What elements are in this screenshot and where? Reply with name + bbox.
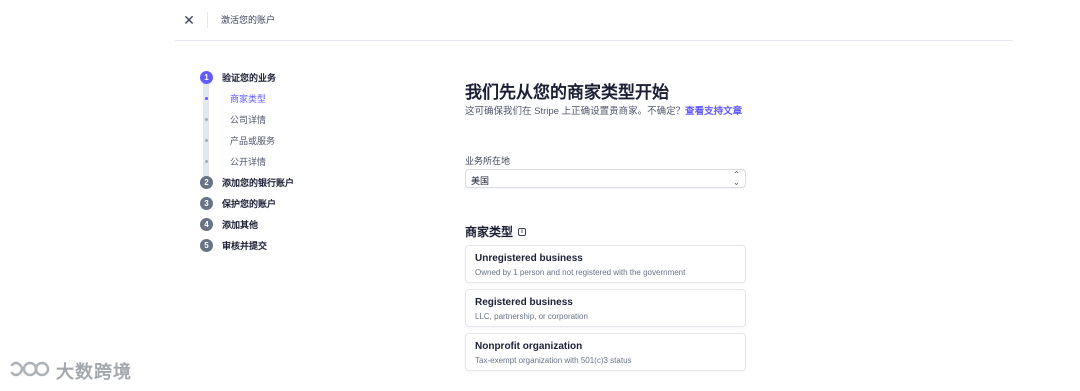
substep-public-details[interactable]: 公开详情 xyxy=(200,154,266,168)
main-heading: 我们先从您的商家类型开始 xyxy=(465,83,669,102)
substep-products-services[interactable]: 产品或服务 xyxy=(200,133,275,147)
business-location-label: 业务所在地 xyxy=(465,156,511,166)
step-add-extras[interactable]: 4 添加其他 xyxy=(200,217,258,231)
option-description: Owned by 1 person and not registered wit… xyxy=(475,268,686,277)
option-description: LLC, partnership, or corporation xyxy=(475,312,588,321)
watermark: 大数跨境 xyxy=(8,358,132,384)
option-title: Nonprofit organization xyxy=(475,341,583,352)
substep-label: 公司详情 xyxy=(230,114,267,125)
substep-dot xyxy=(200,96,213,100)
support-article-link[interactable]: 查看支持文章 xyxy=(685,106,742,117)
step-verify-business[interactable]: 1 验证您的业务 xyxy=(200,70,276,84)
select-arrows-icon: ⌃ ⌃ xyxy=(733,170,740,187)
business-location-select[interactable]: 美国 ⌃ ⌃ xyxy=(465,169,746,188)
topbar-divider xyxy=(207,12,208,28)
step-number: 4 xyxy=(200,217,213,231)
substep-dot xyxy=(200,117,213,121)
step-add-bank-account[interactable]: 2 添加您的银行账户 xyxy=(200,175,294,189)
main-subtitle: 这可确保我们在 Stripe 上正确设置贵商家。不确定？查看支持文章 xyxy=(465,105,747,119)
step-number: 3 xyxy=(200,196,213,210)
step-label: 添加其他 xyxy=(222,219,259,230)
substep-dot xyxy=(200,159,213,163)
step-label: 审核并提交 xyxy=(222,240,268,251)
watermark-text: 大数跨境 xyxy=(56,362,132,382)
substep-dot xyxy=(200,138,213,142)
substep-label: 商家类型 xyxy=(230,93,267,104)
step-number: 2 xyxy=(200,175,213,189)
substep-business-type[interactable]: 商家类型 xyxy=(200,91,266,105)
step-review-submit[interactable]: 5 审核并提交 xyxy=(200,238,267,252)
step-number: 1 xyxy=(200,70,213,84)
option-unregistered-business[interactable]: Unregistered business Owned by 1 person … xyxy=(465,245,746,283)
subtitle-text: 这可确保我们在 Stripe 上正确设置贵商家。不确定？ xyxy=(465,106,686,117)
select-value: 美国 xyxy=(471,176,490,186)
watermark-logo-icon xyxy=(10,361,50,377)
substep-company-details[interactable]: 公司详情 xyxy=(200,112,266,126)
option-description: Tax-exempt organization with 501(c)3 sta… xyxy=(475,356,632,365)
info-icon[interactable]: i xyxy=(518,227,527,236)
step-label: 添加您的银行账户 xyxy=(222,177,295,188)
option-title: Registered business xyxy=(475,297,573,308)
step-number: 5 xyxy=(200,238,213,252)
substep-label: 公开详情 xyxy=(230,156,267,167)
option-title: Unregistered business xyxy=(475,253,583,264)
close-icon[interactable]: ✕ xyxy=(180,11,198,29)
step-secure-account[interactable]: 3 保护您的账户 xyxy=(200,196,276,210)
business-type-title: 商家类型 i xyxy=(465,223,527,240)
page-title: 激活您的账户 xyxy=(221,15,276,25)
step-label: 验证您的业务 xyxy=(222,72,277,83)
top-bar: ✕ 激活您的账户 xyxy=(175,0,1013,41)
substep-label: 产品或服务 xyxy=(230,135,276,146)
business-type-label: 商家类型 xyxy=(465,225,514,239)
step-label: 保护您的账户 xyxy=(222,198,277,209)
option-nonprofit-organization[interactable]: Nonprofit organization Tax-exempt organi… xyxy=(465,333,746,371)
option-registered-business[interactable]: Registered business LLC, partnership, or… xyxy=(465,289,746,327)
